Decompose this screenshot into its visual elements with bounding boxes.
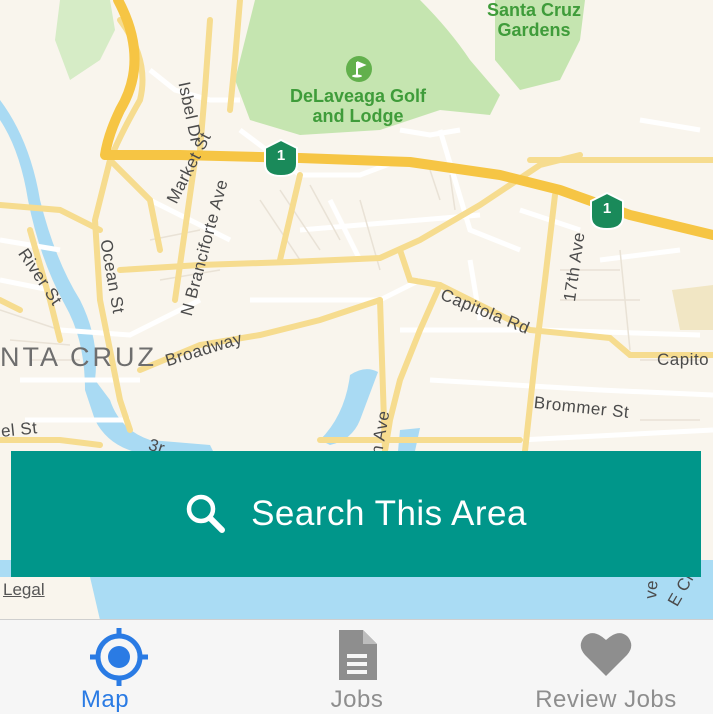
- highway-1-shield-icon: 1: [587, 191, 627, 231]
- street-label: ve: [641, 579, 662, 600]
- tab-review-jobs-label: Review Jobs: [535, 686, 677, 713]
- place-label-delaveaga: DeLaveaga Golf and Lodge: [289, 86, 427, 126]
- city-label: NTA CRUZ: [0, 342, 157, 372]
- location-crosshair-icon: [90, 628, 148, 686]
- tab-map-label: Map: [80, 686, 130, 713]
- heart-icon: [580, 633, 632, 676]
- search-icon: [186, 494, 226, 533]
- highway-1-shield-icon: 1: [261, 138, 301, 178]
- street-label: Capito: [657, 350, 710, 369]
- park-area-west: [55, 0, 115, 80]
- golf-icon: [346, 56, 372, 82]
- document-icon: [339, 630, 377, 680]
- tab-map[interactable]: Map: [0, 620, 238, 714]
- tab-jobs-label: Jobs: [330, 686, 384, 713]
- legal-link[interactable]: Legal: [3, 580, 45, 600]
- tab-review-jobs[interactable]: Review Jobs: [487, 620, 713, 714]
- tab-bar: Map Jobs Review Jobs: [0, 619, 713, 714]
- search-button-label: Search This Area: [251, 494, 527, 533]
- place-label-santa-cruz-gardens: Santa Cruz Gardens: [486, 0, 582, 40]
- search-this-area-button[interactable]: Search This Area: [11, 451, 701, 577]
- commercial-area: [672, 285, 713, 330]
- street-label: el St: [0, 418, 39, 441]
- tab-jobs[interactable]: Jobs: [238, 620, 476, 714]
